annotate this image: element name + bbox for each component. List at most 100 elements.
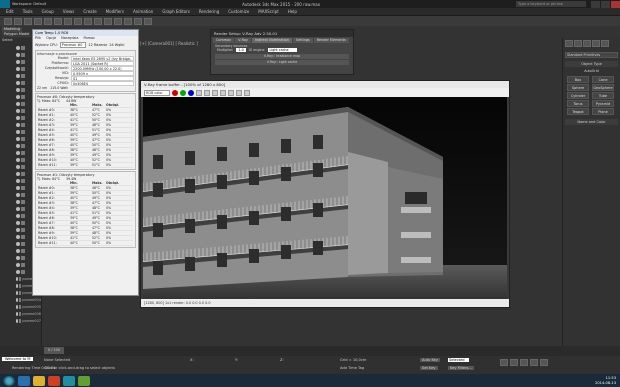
freeze-icon[interactable] xyxy=(21,52,25,57)
visibility-icon[interactable] xyxy=(16,178,20,183)
name-color-header[interactable]: Name and Color xyxy=(565,119,618,125)
media-player-icon[interactable] xyxy=(48,375,60,386)
freeze-icon[interactable] xyxy=(19,304,22,309)
menu-group[interactable]: Group xyxy=(42,9,54,14)
visibility-icon[interactable] xyxy=(16,192,20,197)
snap-icon[interactable] xyxy=(94,17,102,25)
freeze-icon[interactable] xyxy=(21,94,25,99)
primitive-button-geosphere[interactable]: GeoSphere xyxy=(592,84,614,91)
visibility-icon[interactable] xyxy=(16,206,20,211)
menu-tools[interactable]: Tools xyxy=(23,9,33,14)
visibility-icon[interactable] xyxy=(16,143,20,148)
visibility-icon[interactable] xyxy=(16,59,20,64)
visibility-icon[interactable] xyxy=(16,199,20,204)
clear-icon[interactable] xyxy=(211,89,218,96)
visibility-icon[interactable] xyxy=(16,304,19,309)
gi-engine-select[interactable]: Light cache xyxy=(267,48,297,52)
scale-icon[interactable] xyxy=(84,17,92,25)
tab-polygon-model[interactable]: Polygon Model xyxy=(2,32,32,37)
region-render-icon[interactable] xyxy=(227,89,234,96)
freeze-icon[interactable] xyxy=(21,80,25,85)
visibility-icon[interactable] xyxy=(16,94,20,99)
visibility-icon[interactable] xyxy=(16,101,20,106)
visibility-icon[interactable] xyxy=(16,185,20,190)
freeze-icon[interactable] xyxy=(21,206,25,211)
primitive-dropdown[interactable]: Standard Primitives xyxy=(565,52,618,58)
tab-render-elements[interactable]: Render Elements xyxy=(313,38,349,43)
motion-tab-icon[interactable] xyxy=(592,40,600,47)
visibility-icon[interactable] xyxy=(16,157,20,162)
visibility-icon[interactable] xyxy=(16,87,20,92)
cpu-select[interactable]: Procesor #0 xyxy=(59,42,87,48)
menu-views[interactable]: Views xyxy=(63,9,75,14)
render-icon[interactable] xyxy=(144,17,152,25)
scene-object-name[interactable]: pamee005 xyxy=(22,305,41,309)
freeze-icon[interactable] xyxy=(21,262,25,267)
move-icon[interactable] xyxy=(64,17,72,25)
freeze-icon[interactable] xyxy=(21,150,25,155)
mirror-icon[interactable] xyxy=(104,17,112,25)
tab-indirect-illumination[interactable]: Indirect illumination xyxy=(252,38,292,43)
link-icon[interactable] xyxy=(24,17,32,25)
tab-common[interactable]: Common xyxy=(213,38,235,43)
freeze-icon[interactable] xyxy=(21,220,25,225)
visibility-icon[interactable] xyxy=(16,164,20,169)
render-image[interactable] xyxy=(143,97,507,299)
visibility-icon[interactable] xyxy=(16,73,20,78)
material-editor-icon[interactable] xyxy=(124,17,132,25)
freeze-icon[interactable] xyxy=(21,143,25,148)
menu-customize[interactable]: Customize xyxy=(228,9,249,14)
primitive-button-teapot[interactable]: Teapot xyxy=(567,108,589,115)
primitive-button-cylinder[interactable]: Cylinder xyxy=(567,92,589,99)
visibility-icon[interactable] xyxy=(16,129,20,134)
visibility-icon[interactable] xyxy=(16,318,19,323)
freeze-icon[interactable] xyxy=(21,115,25,120)
tab-settings[interactable]: Settings xyxy=(292,38,313,43)
freeze-icon[interactable] xyxy=(21,73,25,78)
freeze-icon[interactable] xyxy=(21,248,25,253)
visibility-icon[interactable] xyxy=(16,115,20,120)
freeze-icon[interactable] xyxy=(21,101,25,106)
freeze-icon[interactable] xyxy=(21,234,25,239)
freeze-icon[interactable] xyxy=(21,185,25,190)
visibility-icon[interactable] xyxy=(16,290,19,295)
menu-pomoc[interactable]: Pomoc xyxy=(84,36,96,41)
freeze-icon[interactable] xyxy=(21,199,25,204)
undo-icon[interactable] xyxy=(4,17,12,25)
visibility-icon[interactable] xyxy=(16,248,20,253)
maxscript-listener[interactable]: Welcome to M xyxy=(2,357,34,361)
visibility-icon[interactable] xyxy=(16,227,20,232)
scene-row[interactable]: pamee007 xyxy=(0,317,41,324)
maximize-button[interactable] xyxy=(601,0,610,8)
coretemp-icon[interactable] xyxy=(78,375,90,386)
menu-help[interactable]: Help xyxy=(288,9,297,14)
primitive-button-sphere[interactable]: Sphere xyxy=(567,84,589,91)
freeze-icon[interactable] xyxy=(19,297,22,302)
play-icon[interactable] xyxy=(520,359,528,366)
primitive-button-cone[interactable]: Cone xyxy=(592,76,614,83)
scene-row[interactable]: pamee006 xyxy=(0,310,41,317)
explorer-icon[interactable] xyxy=(33,375,45,386)
redo-icon[interactable] xyxy=(14,17,22,25)
key-filters-button[interactable]: Key Filters... xyxy=(448,366,474,370)
multiplier-input[interactable]: 1.0 xyxy=(236,48,246,52)
align-icon[interactable] xyxy=(114,17,122,25)
freeze-icon[interactable] xyxy=(21,157,25,162)
visibility-icon[interactable] xyxy=(16,80,20,85)
freeze-icon[interactable] xyxy=(21,164,25,169)
rollout-light-cache[interactable]: V-Ray:: Light cache xyxy=(215,60,349,65)
start-button-icon[interactable] xyxy=(3,375,15,386)
visibility-icon[interactable] xyxy=(16,52,20,57)
primitive-button-box[interactable]: Box xyxy=(567,76,589,83)
visibility-icon[interactable] xyxy=(16,150,20,155)
menu-rendering[interactable]: Rendering xyxy=(199,9,219,14)
freeze-icon[interactable] xyxy=(21,87,25,92)
visibility-icon[interactable] xyxy=(16,108,20,113)
create-tab-icon[interactable] xyxy=(565,40,573,47)
visibility-icon[interactable] xyxy=(16,45,20,50)
visibility-icon[interactable] xyxy=(16,213,20,218)
primitive-button-torus[interactable]: Torus xyxy=(567,100,589,107)
save-image-icon[interactable] xyxy=(203,89,210,96)
menu-opcje[interactable]: Opcje xyxy=(46,36,56,41)
menu-graph-editors[interactable]: Graph Editors xyxy=(162,9,189,14)
